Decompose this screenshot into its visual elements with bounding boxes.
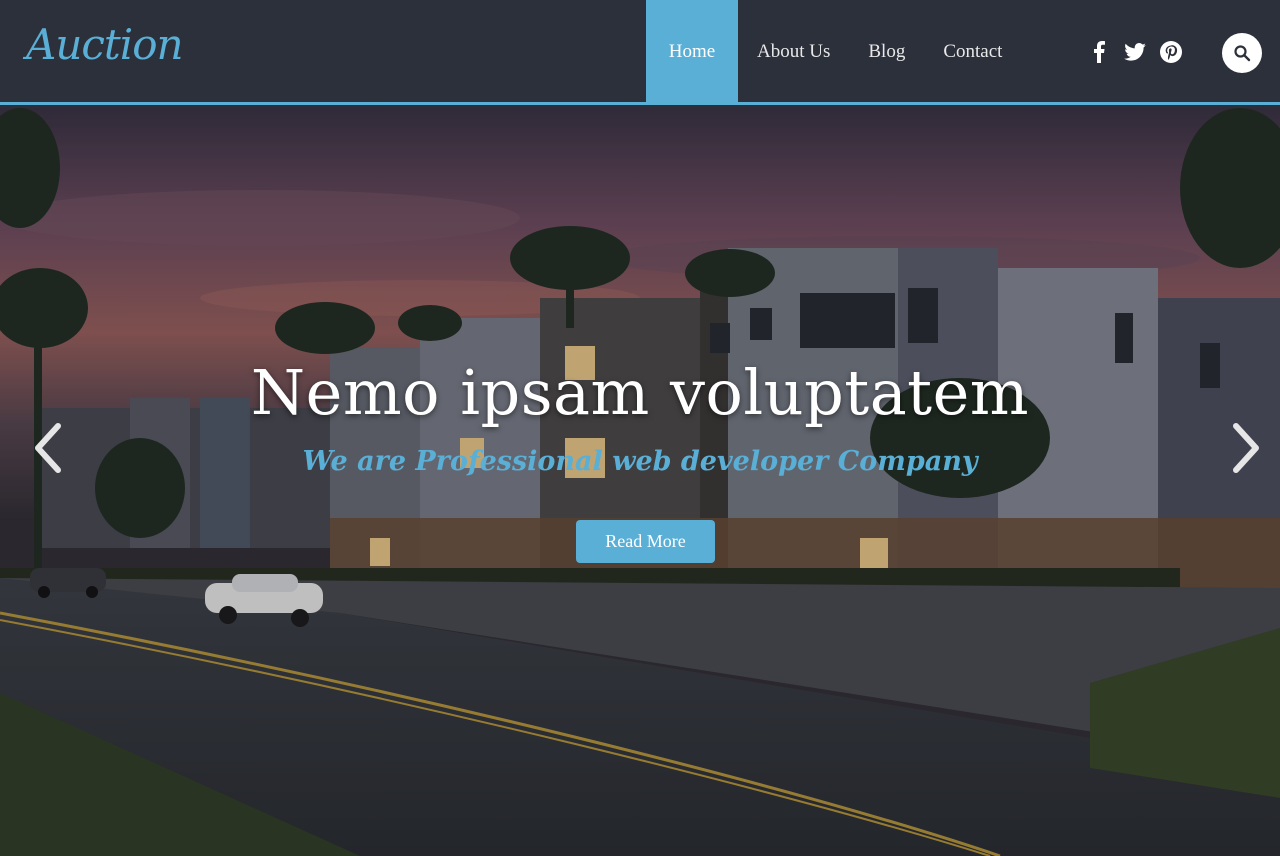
hero-background-image <box>0 108 1280 856</box>
read-more-button[interactable]: Read More <box>576 520 715 563</box>
search-icon <box>1234 45 1251 62</box>
main-nav: Home About Us Blog Contact <box>646 0 1021 105</box>
pinterest-icon[interactable] <box>1160 38 1182 66</box>
facebook-icon[interactable] <box>1088 38 1110 66</box>
nav-item-contact[interactable]: Contact <box>924 0 1021 105</box>
site-logo[interactable]: Auction <box>26 20 184 69</box>
hero-subtitle: We are Professional web developer Compan… <box>302 446 978 477</box>
nav-item-home[interactable]: Home <box>646 0 738 105</box>
site-header: Auction Home About Us Blog Contact <box>0 0 1280 105</box>
hero-title: Nemo ipsam voluptatem <box>250 356 1030 429</box>
hero-slider: Nemo ipsam voluptatem We are Professiona… <box>0 108 1280 856</box>
nav-item-blog[interactable]: Blog <box>849 0 924 105</box>
twitter-icon[interactable] <box>1124 38 1146 66</box>
search-button[interactable] <box>1222 33 1262 73</box>
nav-item-about-us[interactable]: About Us <box>738 0 849 105</box>
social-links <box>1088 38 1182 66</box>
